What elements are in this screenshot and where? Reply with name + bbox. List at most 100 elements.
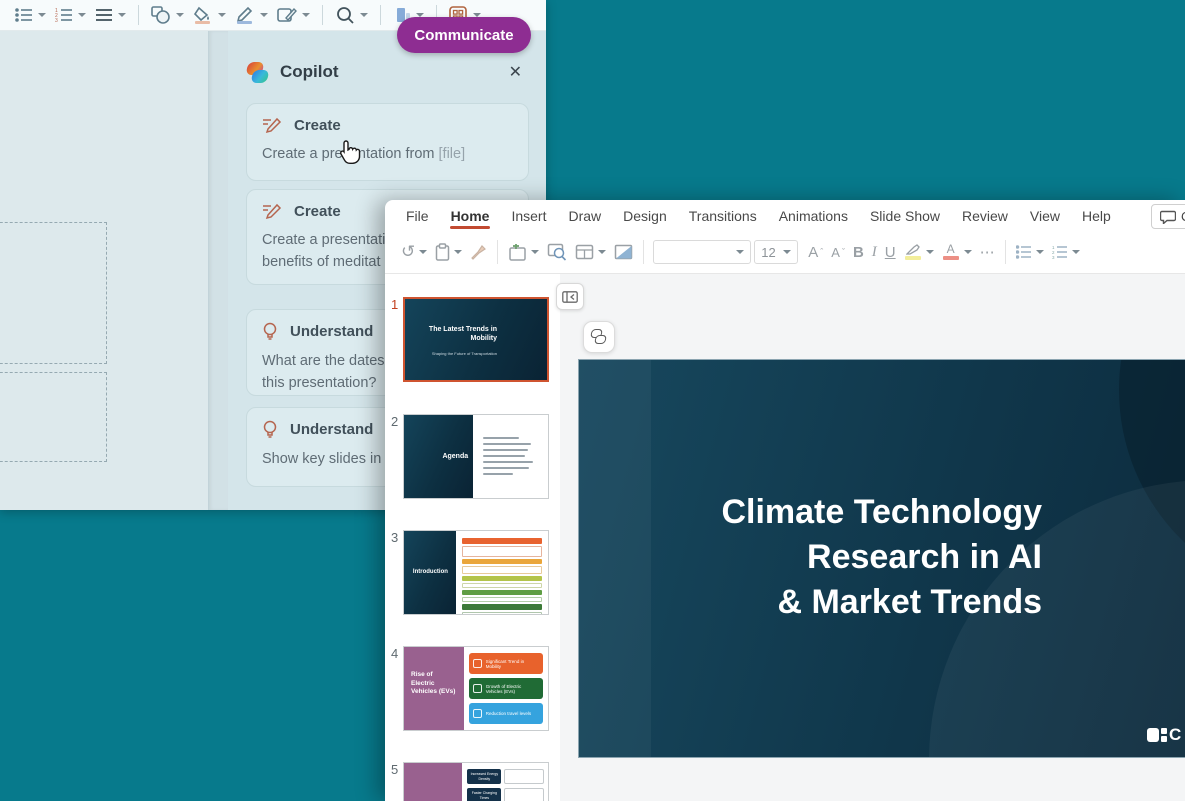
- lightbulb-icon: [262, 322, 278, 341]
- thumb5-box2: Faster Charging Times: [467, 788, 501, 801]
- menu-help[interactable]: Help: [1071, 201, 1122, 230]
- undo-icon: ↺: [401, 242, 415, 262]
- svg-text:3: 3: [1052, 255, 1055, 259]
- line-spacing-button[interactable]: [91, 4, 130, 26]
- chevron-down-icon: [260, 13, 268, 17]
- italic-button[interactable]: I: [868, 241, 881, 264]
- chevron-down-icon: [118, 13, 126, 17]
- chevron-down-icon: [176, 13, 184, 17]
- thumb3-sections: [462, 538, 542, 615]
- bullets-icon: [1016, 245, 1032, 259]
- bold-icon: B: [853, 244, 864, 261]
- menu-review[interactable]: Review: [951, 201, 1019, 230]
- thumb4-bar3-label: Reduction travel levels: [486, 711, 531, 716]
- powerpoint-window: File Home Insert Draw Design Transitions…: [385, 200, 1185, 801]
- menu-home[interactable]: Home: [440, 201, 501, 230]
- format-painter-button[interactable]: [466, 241, 491, 263]
- chevron-down-icon: [1036, 250, 1044, 254]
- slide-thumbnail-4[interactable]: Rise of Electric Vehicles (EVs) Signific…: [403, 646, 549, 731]
- menu-animations[interactable]: Animations: [768, 201, 859, 230]
- copilot-inline-button[interactable]: [583, 321, 615, 353]
- slide-thumbnail-5[interactable]: Increased Energy Density Faster Charging…: [403, 762, 549, 801]
- menu-insert[interactable]: Insert: [500, 201, 557, 230]
- content-placeholder[interactable]: [0, 222, 107, 364]
- ribbon-divider: [497, 240, 498, 264]
- card-title: Create: [294, 203, 341, 220]
- chevron-down-icon: [531, 250, 539, 254]
- new-slide-button[interactable]: [504, 241, 543, 264]
- close-icon[interactable]: ✕: [503, 60, 528, 84]
- comment-icon: [1160, 210, 1176, 224]
- draw-ink-button[interactable]: [231, 3, 272, 27]
- search-button[interactable]: [331, 3, 372, 28]
- font-color-button[interactable]: A: [938, 241, 976, 263]
- toolbar-divider: [380, 5, 381, 25]
- chevron-down-icon: [598, 250, 606, 254]
- chevron-down-icon: [419, 250, 427, 254]
- workspace: 1 The Latest Trends in Mobility Shaping …: [385, 274, 1185, 801]
- grow-font-button[interactable]: Aˆ: [804, 241, 827, 264]
- chevron-down-icon: [783, 250, 791, 254]
- ribbon: ↺: [385, 231, 1185, 274]
- collapse-thumbnails-button[interactable]: [556, 283, 584, 310]
- numbering-icon: 123: [55, 7, 73, 23]
- thumb5-box1: Increased Energy Density: [467, 769, 501, 784]
- shapes-icon: [151, 6, 171, 24]
- slide-title-textbox[interactable]: Climate Technology Research in AI & Mark…: [622, 490, 1042, 625]
- fill-color-button[interactable]: [189, 3, 230, 27]
- card-title: Create: [294, 117, 341, 134]
- menu-draw[interactable]: Draw: [557, 201, 612, 230]
- font-name-select[interactable]: [653, 240, 751, 264]
- slide-thumbnail-2[interactable]: Agenda: [403, 414, 549, 499]
- copilot-card-create-1[interactable]: Create Create a presentation from [file]: [246, 103, 529, 181]
- desktop: 12 3: [0, 0, 1185, 801]
- comments-button[interactable]: Co: [1151, 204, 1185, 229]
- menu-slideshow[interactable]: Slide Show: [859, 201, 951, 230]
- designer-button[interactable]: [610, 241, 637, 263]
- highlighter-icon: [906, 244, 920, 255]
- menu-design[interactable]: Design: [612, 201, 678, 230]
- font-size-select[interactable]: 12: [754, 240, 798, 264]
- menu-transitions[interactable]: Transitions: [678, 201, 768, 230]
- numbering-button[interactable]: 123: [51, 4, 90, 26]
- slide-number: 2: [391, 414, 403, 429]
- slide-number: 5: [391, 762, 403, 777]
- chevron-down-icon: [78, 13, 86, 17]
- copilot-logo-icon: [246, 61, 269, 84]
- chevron-down-icon: [1072, 250, 1080, 254]
- bullets-icon: [15, 7, 33, 23]
- shrink-font-icon: A: [831, 245, 840, 260]
- bold-button[interactable]: B: [849, 241, 868, 264]
- svg-text:3: 3: [55, 18, 58, 23]
- font-color-swatch: [943, 256, 959, 260]
- menu-view[interactable]: View: [1019, 201, 1071, 230]
- layout-button[interactable]: [571, 241, 610, 263]
- slide-canvas[interactable]: Climate Technology Research in AI & Mark…: [578, 359, 1185, 758]
- menu-file[interactable]: File: [395, 201, 440, 230]
- more-font-options-button[interactable]: ⋯: [976, 240, 999, 264]
- ribbon-divider: [1005, 240, 1006, 264]
- paste-button[interactable]: [431, 240, 466, 264]
- communicate-button[interactable]: Communicate: [397, 17, 531, 53]
- ribbon-numbering-button[interactable]: 123: [1048, 242, 1084, 262]
- car-icon: [473, 709, 482, 718]
- logo-letter: C: [1169, 725, 1182, 745]
- shrink-font-button[interactable]: Aˇ: [827, 242, 849, 263]
- reuse-slides-icon: [547, 243, 567, 261]
- highlight-button[interactable]: [900, 241, 938, 263]
- chevron-down-icon: [360, 13, 368, 17]
- reuse-slides-button[interactable]: [543, 240, 571, 264]
- shapes-button[interactable]: [147, 3, 188, 27]
- ribbon-divider: [643, 240, 644, 264]
- ribbon-bullets-button[interactable]: [1012, 242, 1048, 262]
- toolbar-divider: [138, 5, 139, 25]
- underline-button[interactable]: U: [881, 241, 900, 264]
- ink-annotate-button[interactable]: [273, 3, 314, 27]
- slide-thumbnail-3[interactable]: Introduction: [403, 530, 549, 615]
- thumb1-title: The Latest Trends in Mobility: [417, 325, 497, 343]
- slide-title-line3: & Market Trends: [622, 580, 1042, 625]
- content-placeholder[interactable]: [0, 372, 107, 462]
- undo-button[interactable]: ↺: [397, 239, 431, 265]
- bullets-button[interactable]: [11, 4, 50, 26]
- slide-thumbnail-1[interactable]: The Latest Trends in Mobility Shaping th…: [403, 297, 549, 382]
